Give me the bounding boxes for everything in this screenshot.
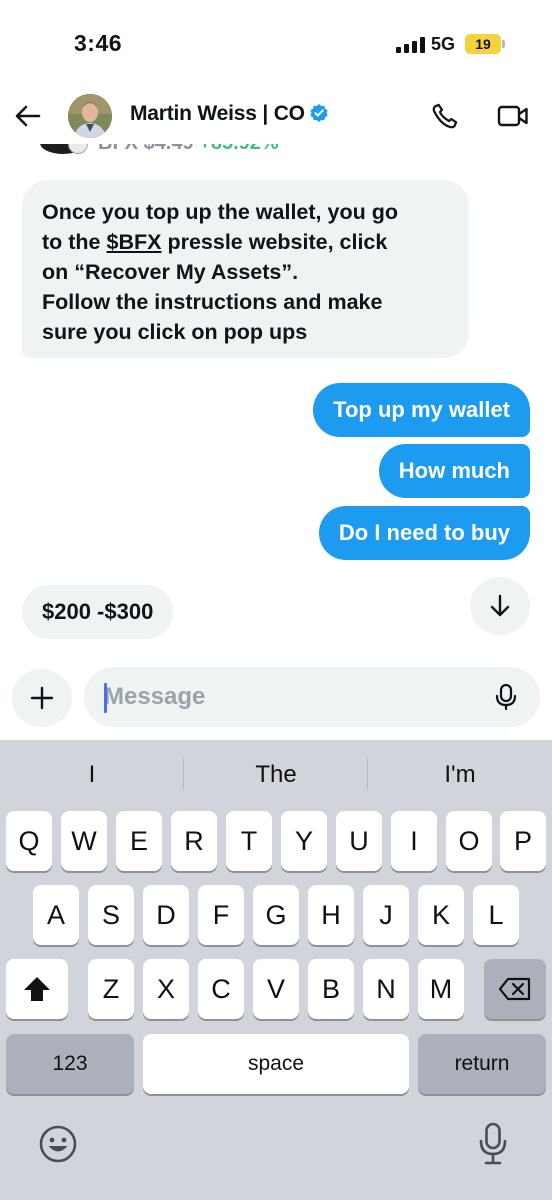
message-input[interactable] [104,667,474,727]
video-camera-icon [497,105,528,127]
message-line: Follow the instructions and make [42,290,383,314]
avatar[interactable] [68,94,112,138]
key-i[interactable]: I [391,811,437,871]
status-time: 3:46 [74,30,123,56]
verified-badge-icon [310,104,328,122]
key-o[interactable]: O [446,811,492,871]
conversation-header: Martin Weiss | CO [0,90,552,144]
key-g[interactable]: G [253,885,299,945]
status-bar: 3:46 5G 19 [0,0,552,90]
emoji-button[interactable] [38,1124,78,1164]
key-s[interactable]: S [88,885,134,945]
outgoing-message[interactable]: Do I need to buy [318,506,530,560]
microphone-icon [495,683,517,711]
key-d[interactable]: D [143,885,189,945]
suggestion-3[interactable]: I'm [368,758,552,792]
arrow-down-icon [490,594,510,617]
return-key[interactable]: return [418,1034,546,1094]
dictation-button[interactable] [478,1122,508,1166]
suggestion-2[interactable]: The [184,758,368,792]
key-l[interactable]: L [473,885,519,945]
contact-name-text: Martin Weiss | CO [130,102,305,125]
key-b[interactable]: B [308,959,354,1019]
keyboard: I The I'm Q W E R T Y U I O P A S D F G … [0,740,552,1200]
emoji-icon [39,1125,77,1163]
message-line: sure you click on pop ups [42,320,308,344]
key-w[interactable]: W [61,811,107,871]
avatar-photo [68,94,112,138]
key-z[interactable]: Z [88,959,134,1019]
add-attachment-button[interactable] [12,669,72,727]
message-line: Once you top up the wallet, you go [42,200,398,224]
key-x[interactable]: X [143,959,189,1019]
contact-name[interactable]: Martin Weiss | CO [130,102,329,126]
shift-icon [24,977,50,1001]
back-arrow-icon [15,105,41,127]
incoming-message[interactable]: Once you top up the wallet, you go to th… [22,180,469,358]
message-field[interactable] [84,667,540,727]
predictive-bar: I The I'm [0,740,552,808]
key-q[interactable]: Q [6,811,52,871]
key-j[interactable]: J [363,885,409,945]
key-f[interactable]: F [198,885,244,945]
key-m[interactable]: M [418,959,464,1019]
text-cursor [104,683,107,713]
scroll-to-bottom-button[interactable] [470,577,530,635]
plus-icon [30,686,54,710]
key-h[interactable]: H [308,885,354,945]
call-button[interactable] [428,98,462,134]
battery-icon: 19 [465,34,501,54]
key-v[interactable]: V [253,959,299,1019]
microphone-icon [479,1122,507,1165]
voice-message-button[interactable] [490,681,522,713]
key-n[interactable]: N [363,959,409,1019]
delete-key[interactable] [484,959,546,1019]
cashtag-link[interactable]: $BFX [107,230,162,254]
key-c[interactable]: C [198,959,244,1019]
network-type: 5G [431,34,456,54]
key-k[interactable]: K [418,885,464,945]
suggestion-1[interactable]: I [0,758,184,792]
key-p[interactable]: P [500,811,546,871]
message-line: to the $BFX pressle website, click [42,230,388,254]
key-y[interactable]: Y [281,811,327,871]
key-a[interactable]: A [33,885,79,945]
outgoing-message[interactable]: Top up my wallet [313,383,530,437]
battery-cap [502,40,505,48]
phone-icon [432,103,458,129]
key-r[interactable]: R [171,811,217,871]
battery-level: 19 [475,36,491,52]
signal-icon [396,37,426,53]
video-call-button[interactable] [494,98,532,134]
shift-key[interactable] [6,959,68,1019]
message-line: on “Recover My Assets”. [42,260,299,284]
outgoing-message[interactable]: How much [378,444,530,498]
backspace-icon [498,977,531,1001]
key-e[interactable]: E [116,811,162,871]
back-button[interactable] [10,96,46,136]
incoming-message[interactable]: $200 -$300 [22,585,174,639]
key-u[interactable]: U [336,811,382,871]
numbers-key[interactable]: 123 [6,1034,134,1094]
key-t[interactable]: T [226,811,272,871]
space-key[interactable]: space [143,1034,409,1094]
